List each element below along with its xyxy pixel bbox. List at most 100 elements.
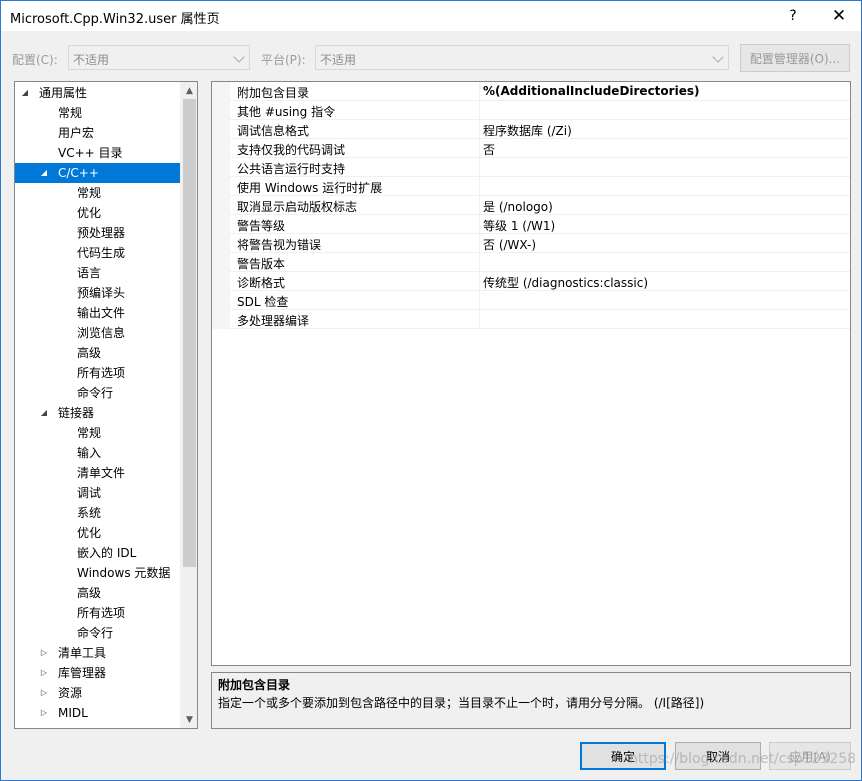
tree-item[interactable]: 常规 <box>15 423 181 443</box>
tree-item[interactable]: ◢ 链接器 <box>15 403 181 423</box>
tree-item-label: 所有选项 <box>77 366 126 380</box>
property-row[interactable]: 支持仅我的代码调试 否 <box>212 139 850 158</box>
column-separator[interactable] <box>479 82 480 101</box>
property-row[interactable]: 公共语言运行时支持 <box>212 158 850 177</box>
property-row[interactable]: 其他 #using 指令 <box>212 101 850 120</box>
tree-item[interactable]: 命令行 <box>15 383 181 403</box>
column-separator[interactable] <box>479 139 480 158</box>
column-separator[interactable] <box>479 196 480 215</box>
tree-item-label: 常规 <box>77 186 102 200</box>
tree-item-label: 所有选项 <box>77 606 126 620</box>
tree-item[interactable]: 命令行 <box>15 623 181 643</box>
column-separator[interactable] <box>479 120 480 139</box>
tree-item-label: MIDL <box>58 706 88 720</box>
collapse-arrow-icon[interactable]: ◢ <box>38 163 50 183</box>
property-value[interactable]: 否 (/WX-) <box>483 236 536 253</box>
property-row[interactable]: 取消显示启动版权标志 是 (/nologo) <box>212 196 850 215</box>
property-tree[interactable]: ◢ 通用属性 常规 用户宏 VC++ 目录 ◢ C/C++ 常规 优化 预处理器 代码生成 语言 预编译… <box>14 81 198 729</box>
tree-item[interactable]: 高级 <box>15 583 181 603</box>
column-separator[interactable] <box>479 272 480 291</box>
property-value[interactable]: 程序数据库 (/Zi) <box>483 122 572 139</box>
property-value[interactable]: 传统型 (/diagnostics:classic) <box>483 274 648 291</box>
configuration-manager-button[interactable]: 配置管理器(O)... <box>740 44 850 72</box>
collapse-arrow-icon[interactable]: ◢ <box>19 83 31 103</box>
property-row[interactable]: SDL 检查 <box>212 291 850 310</box>
description-panel: 附加包含目录 指定一个或多个要添加到包含路径中的目录；当目录不止一个时，请用分号… <box>211 672 851 729</box>
tree-item[interactable]: 输出文件 <box>15 303 181 323</box>
tree-item[interactable]: ▷ 清单工具 <box>15 643 181 663</box>
tree-item[interactable]: 输入 <box>15 443 181 463</box>
tree-item[interactable]: 优化 <box>15 523 181 543</box>
scroll-down-icon[interactable]: ▼ <box>181 711 197 728</box>
help-button[interactable]: ? <box>771 1 815 31</box>
tree-item[interactable]: 所有选项 <box>15 603 181 623</box>
tree-item[interactable]: 高级 <box>15 343 181 363</box>
watermark-text: https://blog.csdn.net/csp123258 <box>629 751 857 767</box>
column-separator[interactable] <box>479 215 480 234</box>
tree-item-label: 库管理器 <box>58 666 107 680</box>
tree-item-label: 输入 <box>77 446 102 460</box>
tree-item[interactable]: ▷ 资源 <box>15 683 181 703</box>
tree-item[interactable]: 嵌入的 IDL <box>15 543 181 563</box>
tree-item[interactable]: 代码生成 <box>15 243 181 263</box>
tree-item[interactable]: 浏览信息 <box>15 323 181 343</box>
expand-arrow-icon[interactable]: ▷ <box>38 643 50 663</box>
tree-item[interactable]: 预处理器 <box>15 223 181 243</box>
tree-item[interactable]: 调试 <box>15 483 181 503</box>
tree-item[interactable]: ◢ C/C++ <box>15 163 181 183</box>
tree-item[interactable]: 语言 <box>15 263 181 283</box>
platform-select[interactable]: 不适用 <box>315 45 729 70</box>
tree-scrollbar[interactable]: ▲ ▼ <box>180 82 197 728</box>
scrollbar-thumb[interactable] <box>183 99 196 567</box>
tree-item[interactable]: 优化 <box>15 203 181 223</box>
column-separator[interactable] <box>479 291 480 310</box>
property-row[interactable]: 调试信息格式 程序数据库 (/Zi) <box>212 120 850 139</box>
property-value[interactable]: %(AdditionalIncludeDirectories) <box>483 84 699 98</box>
chevron-down-icon <box>712 51 724 63</box>
tree-item[interactable]: 所有选项 <box>15 363 181 383</box>
property-row[interactable]: 多处理器编译 <box>212 310 850 329</box>
property-row[interactable]: 警告版本 <box>212 253 850 272</box>
expand-arrow-icon[interactable]: ▷ <box>38 663 50 683</box>
property-value[interactable]: 是 (/nologo) <box>483 198 553 215</box>
column-separator[interactable] <box>479 177 480 196</box>
expand-arrow-icon[interactable]: ▷ <box>38 683 50 703</box>
property-name: 取消显示启动版权标志 <box>237 200 358 214</box>
tree-item[interactable]: ◢ 通用属性 <box>15 83 181 103</box>
column-separator[interactable] <box>479 158 480 177</box>
tree-item[interactable]: 用户宏 <box>15 123 181 143</box>
property-row[interactable]: 附加包含目录 %(AdditionalIncludeDirectories) <box>212 82 850 101</box>
configuration-select[interactable]: 不适用 <box>68 45 250 70</box>
column-separator[interactable] <box>479 234 480 253</box>
tree-item-label: C/C++ <box>58 166 99 180</box>
row-gutter <box>212 215 230 234</box>
tree-item[interactable]: ▷ 库管理器 <box>15 663 181 683</box>
tree-item[interactable]: 常规 <box>15 183 181 203</box>
property-row[interactable]: 诊断格式 传统型 (/diagnostics:classic) <box>212 272 850 291</box>
tree-item-label: 系统 <box>77 506 102 520</box>
column-separator[interactable] <box>479 101 480 120</box>
tree-item-label: 高级 <box>77 346 102 360</box>
property-name: SDL 检查 <box>237 295 289 309</box>
tree-item[interactable]: 常规 <box>15 103 181 123</box>
property-value[interactable]: 否 <box>483 141 495 158</box>
collapse-arrow-icon[interactable]: ◢ <box>38 403 50 423</box>
scroll-up-icon[interactable]: ▲ <box>181 82 197 99</box>
tree-item[interactable]: 清单文件 <box>15 463 181 483</box>
tree-item-label: 高级 <box>77 586 102 600</box>
property-name: 多处理器编译 <box>237 314 310 328</box>
property-row[interactable]: 警告等级 等级 1 (/W1) <box>212 215 850 234</box>
column-separator[interactable] <box>479 253 480 272</box>
tree-item[interactable]: VC++ 目录 <box>15 143 181 163</box>
tree-item[interactable]: Windows 元数据 <box>15 563 181 583</box>
tree-item[interactable]: 系统 <box>15 503 181 523</box>
tree-item[interactable]: 预编译头 <box>15 283 181 303</box>
tree-item-label: 优化 <box>77 526 102 540</box>
expand-arrow-icon[interactable]: ▷ <box>38 703 50 723</box>
property-value[interactable]: 等级 1 (/W1) <box>483 217 555 234</box>
column-separator[interactable] <box>479 310 480 329</box>
close-button[interactable]: ✕ <box>817 1 861 31</box>
property-row[interactable]: 将警告视为错误 否 (/WX-) <box>212 234 850 253</box>
tree-item[interactable]: ▷ MIDL <box>15 703 181 723</box>
property-row[interactable]: 使用 Windows 运行时扩展 <box>212 177 850 196</box>
